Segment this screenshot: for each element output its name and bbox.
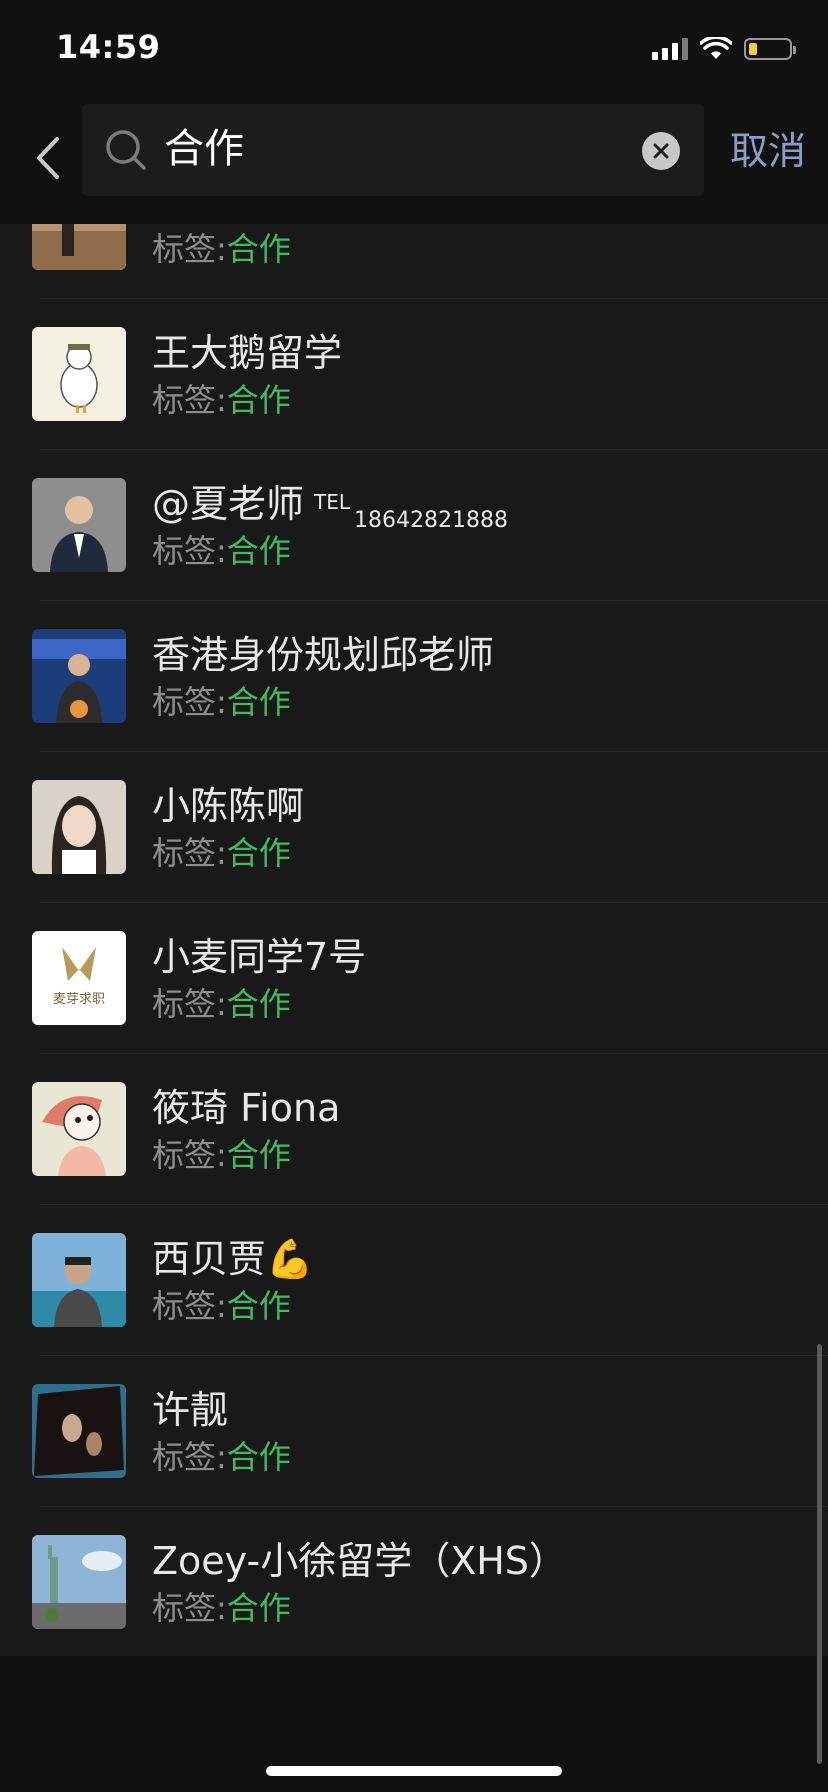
contact-tag-line: 标签:合作 xyxy=(152,228,291,270)
man-in-suit-avatar xyxy=(32,478,126,572)
close-icon xyxy=(653,143,669,159)
tag-label: 标签: xyxy=(152,230,227,268)
cartoon-girl-avatar xyxy=(32,1082,126,1176)
status-bar: 14:59 xyxy=(0,0,828,100)
status-icons xyxy=(652,34,796,64)
contact-tag-line: 标签:合作 xyxy=(152,983,291,1025)
contact-name: 小陈陈啊 xyxy=(152,784,305,828)
search-results-list[interactable]: 标签:合作 王大鹅留学 标签:合作 @夏老师 TEL18642821888 标签:… xyxy=(0,224,828,1656)
search-header: 合作 取消 xyxy=(0,100,828,224)
list-item[interactable]: 西贝贾💪 标签:合作 xyxy=(0,1205,828,1356)
desert-photo-avatar xyxy=(32,224,126,270)
tag-label: 标签: xyxy=(152,683,227,721)
contact-tag-line: 标签:合作 xyxy=(152,832,291,874)
search-input[interactable]: 合作 xyxy=(164,124,244,174)
list-item[interactable]: Zoey-小徐留学（XHS） 标签:合作 xyxy=(0,1507,828,1656)
contact-name: @夏老师 TEL18642821888 xyxy=(152,480,508,535)
contact-tag-line: 标签:合作 xyxy=(152,1134,291,1176)
contact-tag-line: 标签:合作 xyxy=(152,1587,291,1629)
maiya-logo-avatar: 麦芽求职 xyxy=(32,931,126,1025)
contact-tag-line: 标签:合作 xyxy=(152,379,291,421)
back-button[interactable] xyxy=(26,130,70,186)
list-item[interactable]: 筱琦 Fiona 标签:合作 xyxy=(0,1054,828,1205)
search-field[interactable]: 合作 xyxy=(82,104,704,196)
contact-name: 小麦同学7号 xyxy=(152,935,367,979)
contact-name-text: @夏老师 xyxy=(152,482,305,526)
man-seaside-avatar xyxy=(32,1233,126,1327)
contact-name: 筱琦 Fiona xyxy=(152,1086,341,1130)
list-item[interactable]: @夏老师 TEL18642821888 标签:合作 xyxy=(0,450,828,601)
list-item[interactable]: 王大鹅留学 标签:合作 xyxy=(0,299,828,450)
contact-name: 王大鹅留学 xyxy=(152,331,343,375)
maiya-logo-text: 麦芽求职 xyxy=(53,992,105,1007)
tag-value: 合作 xyxy=(226,985,291,1023)
woman-selfie-avatar xyxy=(32,780,126,874)
list-item[interactable]: 香港身份规划邱老师 标签:合作 xyxy=(0,601,828,752)
tag-label: 标签: xyxy=(152,1589,227,1627)
contact-name: 香港身份规划邱老师 xyxy=(152,633,495,677)
tag-label: 标签: xyxy=(152,834,227,872)
list-item[interactable]: 标签:合作 xyxy=(0,224,828,299)
cancel-button[interactable]: 取消 xyxy=(730,126,806,176)
cellular-signal-icon xyxy=(652,38,688,60)
studio-man-avatar xyxy=(32,629,126,723)
contact-tag-line: 标签:合作 xyxy=(152,1436,291,1478)
dark-photo-avatar xyxy=(32,1384,126,1478)
contact-tag-line: 标签:合作 xyxy=(152,530,291,572)
tag-label: 标签: xyxy=(152,532,227,570)
list-item[interactable]: 麦芽求职 小麦同学7号 标签:合作 xyxy=(0,903,828,1054)
tag-value: 合作 xyxy=(226,381,291,419)
contact-name: 许靓 xyxy=(152,1388,229,1432)
tag-value: 合作 xyxy=(226,532,291,570)
contact-tag-line: 标签:合作 xyxy=(152,681,291,723)
contact-name: 西贝贾💪 xyxy=(152,1237,314,1281)
tag-label: 标签: xyxy=(152,381,227,419)
chevron-left-icon xyxy=(37,137,59,179)
list-item[interactable]: 小陈陈啊 标签:合作 xyxy=(0,752,828,903)
tel-number: 18642821888 xyxy=(354,508,508,533)
tel-label: TEL xyxy=(314,490,351,514)
clear-search-button[interactable] xyxy=(642,132,680,170)
tag-value: 合作 xyxy=(226,1438,291,1476)
tag-label: 标签: xyxy=(152,1438,227,1476)
wifi-icon xyxy=(700,37,732,59)
status-time: 14:59 xyxy=(56,28,161,66)
tag-label: 标签: xyxy=(152,985,227,1023)
statue-of-liberty-avatar xyxy=(32,1535,126,1629)
tag-label: 标签: xyxy=(152,1136,227,1174)
home-indicator[interactable] xyxy=(266,1766,562,1776)
scrollbar[interactable] xyxy=(817,1344,822,1764)
search-icon xyxy=(106,130,146,170)
list-item[interactable]: 许靓 标签:合作 xyxy=(0,1356,828,1507)
contact-name: Zoey-小徐留学（XHS） xyxy=(152,1539,567,1583)
tag-value: 合作 xyxy=(226,230,291,268)
tag-value: 合作 xyxy=(226,1589,291,1627)
tag-value: 合作 xyxy=(226,683,291,721)
cartoon-goose-avatar xyxy=(32,327,126,421)
battery-icon xyxy=(744,38,796,60)
contact-tag-line: 标签:合作 xyxy=(152,1285,291,1327)
tag-value: 合作 xyxy=(226,1287,291,1325)
tag-value: 合作 xyxy=(226,1136,291,1174)
tag-value: 合作 xyxy=(226,834,291,872)
tag-label: 标签: xyxy=(152,1287,227,1325)
